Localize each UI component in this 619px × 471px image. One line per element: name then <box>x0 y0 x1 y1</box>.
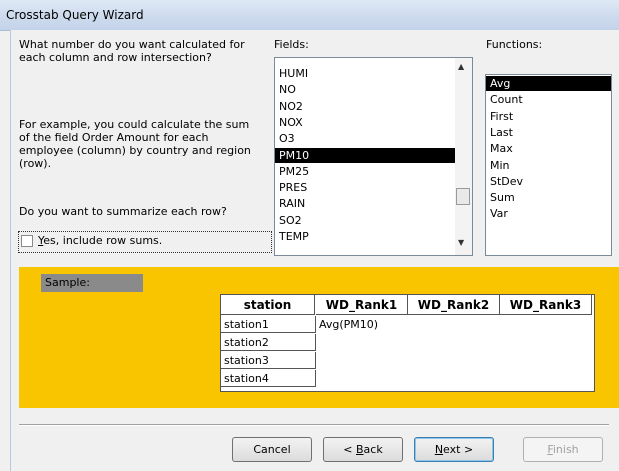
fields-item[interactable]: PRES <box>275 180 472 195</box>
sample-label: Sample: <box>41 274 143 292</box>
fields-item[interactable]: HUMI <box>275 66 472 81</box>
column-header-cell: WD_Rank3 <box>500 295 592 315</box>
fields-item[interactable]: PM25 <box>275 164 472 179</box>
summarize-text: Do you want to summarize each row? <box>19 205 227 218</box>
sample-value: Avg(PM10) <box>319 318 379 331</box>
fields-item[interactable]: PM10 <box>275 147 472 163</box>
fields-item[interactable]: NOX <box>275 115 472 130</box>
functions-item[interactable]: StDev <box>486 174 611 189</box>
row-sums-label-text: es, include row sums. <box>43 234 163 247</box>
fields-item[interactable]: SO2 <box>275 213 472 228</box>
next-button[interactable]: Next > <box>414 437 494 462</box>
sample-grid: station WD_Rank1 WD_Rank2 WD_Rank3 station… <box>220 294 595 392</box>
functions-item[interactable]: Min <box>486 158 611 173</box>
example-text: For example, you could calculate the sum… <box>19 118 251 170</box>
row-label-cell: station3 <box>221 352 316 369</box>
title-bar: Crosstab Query Wizard <box>0 0 619 31</box>
scroll-up-icon[interactable]: ▲ <box>458 62 464 71</box>
column-header-cell: WD_Rank2 <box>408 295 500 315</box>
finish-button[interactable]: Finish <box>523 437 603 462</box>
fields-listbox[interactable]: HUMI NO NO2 NOX O3 PM10 PM25 PRES RAIN SO2 TEMP ▲ … <box>274 57 473 256</box>
functions-item[interactable]: Avg <box>486 76 611 91</box>
footer-divider <box>19 424 609 426</box>
fields-scrollbar[interactable]: ▲ ▼ <box>455 58 472 255</box>
functions-item[interactable]: Count <box>486 92 611 107</box>
functions-item[interactable]: First <box>486 109 611 124</box>
fields-item[interactable]: O3 <box>275 131 472 146</box>
cancel-button[interactable]: Cancel <box>232 437 312 462</box>
row-sums-checkbox[interactable] <box>21 235 33 247</box>
row-label-cell: station2 <box>221 334 316 351</box>
fields-item[interactable]: RAIN <box>275 196 472 211</box>
functions-listbox[interactable]: Avg Count First Last Max Min StDev Sum Var <box>485 74 612 256</box>
row-label-cell: station4 <box>221 370 316 387</box>
fields-item[interactable]: TEMP <box>275 229 472 244</box>
functions-item[interactable]: Last <box>486 125 611 140</box>
back-button[interactable]: < Back <box>323 437 403 462</box>
column-header-cell: WD_Rank1 <box>316 295 408 315</box>
fields-item[interactable]: NO2 <box>275 99 472 114</box>
functions-item[interactable]: Max <box>486 141 611 156</box>
fields-item[interactable]: NO <box>275 82 472 97</box>
scroll-down-icon[interactable]: ▼ <box>458 238 464 247</box>
functions-item[interactable]: Sum <box>486 190 611 205</box>
row-header-cell: station <box>221 295 315 315</box>
scroll-thumb[interactable] <box>456 188 470 205</box>
fields-label: Fields: <box>274 38 309 51</box>
functions-item[interactable]: Var <box>486 206 611 221</box>
functions-label: Functions: <box>486 38 543 51</box>
question-text: What number do you want calculated for e… <box>19 38 245 64</box>
row-label-cell: station1 <box>221 316 316 333</box>
row-sums-label[interactable]: Yes, include row sums. <box>38 234 162 247</box>
window-title: Crosstab Query Wizard <box>6 8 144 22</box>
